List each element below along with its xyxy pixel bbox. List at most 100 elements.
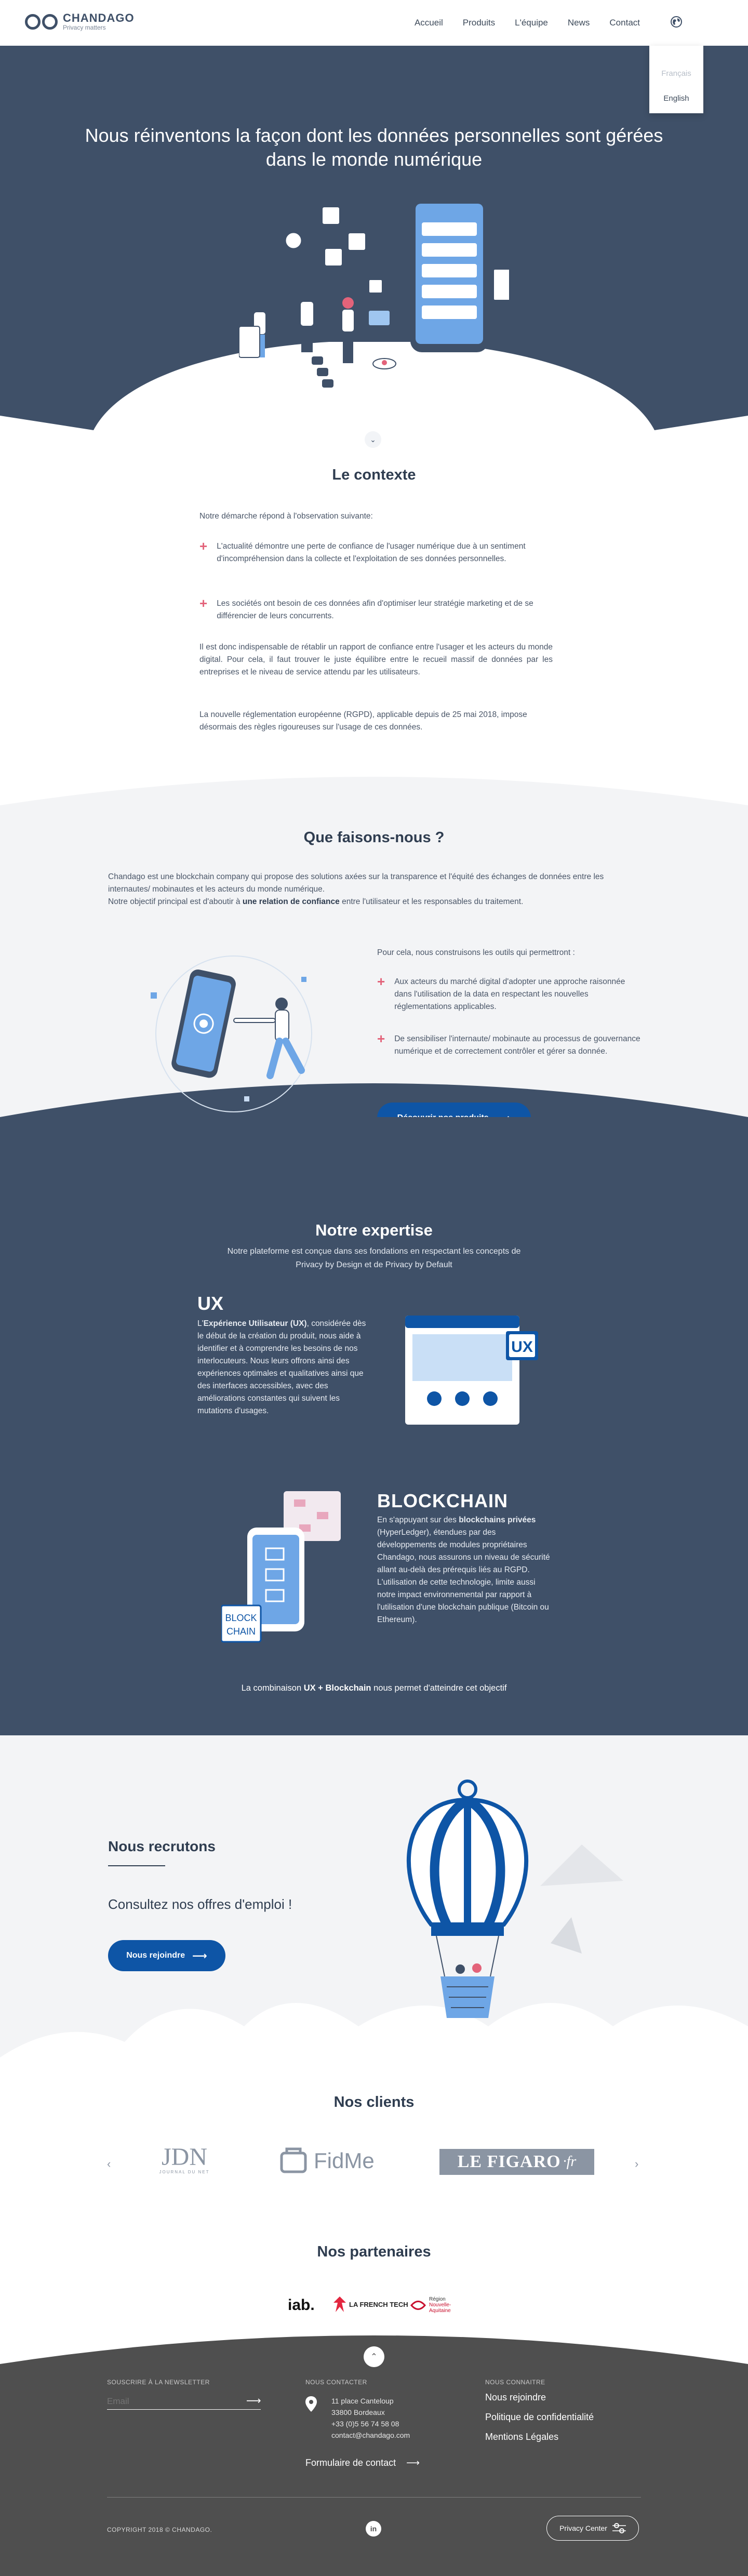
- plus-icon: +: [377, 974, 385, 989]
- recruiting-title: Nous recrutons: [108, 1838, 216, 1854]
- faisons-intro-text: entre l'utilisateur et les responsables …: [339, 897, 524, 906]
- recruiting-subtitle: Consultez nos offres d'emploi !: [108, 1896, 292, 1912]
- footer-link-join[interactable]: Nous rejoindre: [485, 2392, 546, 2403]
- chevron-down-icon: ⌄: [370, 435, 376, 444]
- newsletter-email-input[interactable]: [107, 2393, 261, 2410]
- chevron-up-icon: ⌃: [370, 2353, 378, 2361]
- client-logo-jdn: JDN JOURNAL DU NET: [153, 2143, 216, 2175]
- partner-logo-french-tech-text: LA FRENCH TECH: [349, 2300, 408, 2308]
- contexte-bullet-text: L'actualité démontre une perte de confia…: [217, 542, 526, 563]
- expertise-title: Notre expertise: [315, 1221, 433, 1239]
- know-us-label: NOUS CONNAITRE: [485, 2379, 545, 2386]
- ux-text: , considérée dès le début de la création…: [197, 1319, 366, 1415]
- hero-title: Nous réinventons la façon dont les donné…: [85, 125, 663, 170]
- contact-email[interactable]: contact@chandago.com: [331, 2429, 410, 2441]
- brand-name: CHANDAGO: [63, 11, 135, 24]
- arrow-right-icon: ⟶: [406, 2458, 420, 2468]
- language-option-fr[interactable]: Français: [649, 61, 703, 86]
- client-logo-jdn-text: JDN: [161, 2143, 207, 2171]
- faisons-bullet-text: Aux acteurs du marché digital d'adopter …: [394, 977, 625, 1011]
- expertise-subtitle: Notre plateforme est conçue dans ses fon…: [227, 1247, 521, 1269]
- privacy-center-button[interactable]: Privacy Center: [546, 2516, 639, 2541]
- french-tech-icon: [333, 2296, 346, 2312]
- expertise-conclusion-text: nous permet d'atteindre cet objectif: [371, 1683, 507, 1693]
- client-logo-figaro-text: LE FIGARO: [457, 2152, 561, 2171]
- faisons-intro: Chandago est une blockchain company qui …: [108, 871, 643, 908]
- contact-address: 11 place Canteloup 33800 Bordeaux +33 (0…: [331, 2395, 410, 2441]
- contexte-bullet-text: Les sociétés ont besoin de ces données a…: [217, 599, 533, 620]
- ux-text: L': [197, 1319, 204, 1328]
- brand-tagline: Privacy matters: [63, 24, 106, 31]
- partner-region-line: Aquitaine: [429, 2308, 451, 2314]
- hero-illustration: [239, 196, 509, 388]
- language-dropdown: Français English: [649, 46, 703, 113]
- blockchain-text: (HyperLedger), étendues par des développ…: [377, 1528, 550, 1624]
- contexte-paragraph: Il est donc indispensable de rétablir un…: [199, 643, 553, 676]
- newsletter-submit-icon[interactable]: ⟶: [246, 2394, 261, 2407]
- main-menu: Accueil Produits L'équipe News Contact: [415, 18, 640, 28]
- address-line: 11 place Canteloup: [331, 2397, 394, 2405]
- faisons-title: Que faisons-nous ?: [303, 829, 445, 846]
- contexte-paragraph: La nouvelle réglementation européenne (R…: [199, 710, 527, 732]
- contexte-intro: Notre démarche répond à l'observation su…: [199, 512, 373, 521]
- expertise-conclusion-text: La combinaison: [241, 1683, 304, 1693]
- client-logo-fidme-text: FidMe: [314, 2148, 375, 2173]
- blockchain-title: BLOCKCHAIN: [377, 1490, 508, 1511]
- globe-icon[interactable]: [670, 16, 683, 28]
- scroll-down-button[interactable]: ⌄: [365, 431, 381, 448]
- ux-illustration: UX: [405, 1316, 538, 1425]
- nav-item-news[interactable]: News: [568, 18, 590, 28]
- logo-icon: [25, 14, 58, 30]
- contact-phone[interactable]: +33 (0)5 56 74 58 08: [331, 2418, 410, 2429]
- recruiting-underline: [108, 1865, 165, 1866]
- balloon-illustration: [406, 1780, 529, 2018]
- top-navigation: CHANDAGO Privacy matters Accueil Produit…: [0, 0, 748, 46]
- plus-icon: +: [199, 595, 208, 611]
- ux-badge: UX: [511, 1338, 533, 1356]
- arrow-right-icon: ⟶: [192, 1950, 207, 1962]
- hero-section: Nous réinventons la façon dont les donné…: [0, 46, 748, 430]
- carousel-next-icon[interactable]: ›: [635, 2157, 638, 2171]
- plus-icon: +: [199, 538, 208, 554]
- nav-item-accueil[interactable]: Accueil: [415, 18, 443, 28]
- clouds-background: [0, 1844, 748, 2328]
- ux-title: UX: [197, 1293, 224, 1314]
- newsletter-label: SOUSCRIRE À LA NEWSLETTER: [107, 2379, 210, 2386]
- nav-item-equipe[interactable]: L'équipe: [515, 18, 548, 28]
- privacy-toggle-icon: [612, 2523, 626, 2533]
- language-option-en[interactable]: English: [649, 86, 703, 111]
- carousel-prev-icon[interactable]: ‹: [107, 2157, 111, 2171]
- expertise-conclusion: La combinaison UX + Blockchain nous perm…: [166, 1683, 582, 1693]
- partner-logo-iab: iab.: [288, 2296, 315, 2314]
- partner-region-line: Région: [429, 2296, 446, 2302]
- blockchain-description: En s'appuyant sur des blockchains privée…: [377, 1514, 554, 1626]
- back-to-top-button[interactable]: ⌃: [364, 2346, 384, 2367]
- join-us-button[interactable]: Nous rejoindre ⟶: [108, 1940, 225, 1971]
- nav-item-produits[interactable]: Produits: [463, 18, 495, 28]
- contexte-bullet: + Les sociétés ont besoin de ces données…: [199, 595, 553, 622]
- address-line: 33800 Bordeaux: [331, 2408, 385, 2416]
- page: CHANDAGO Privacy matters Accueil Produit…: [0, 0, 748, 2576]
- linkedin-icon[interactable]: in: [366, 2521, 381, 2537]
- location-pin-icon: [305, 2396, 317, 2412]
- footer-link-legal[interactable]: Mentions Légales: [485, 2432, 558, 2442]
- fidme-icon: [280, 2147, 307, 2173]
- region-icon: [410, 2300, 426, 2310]
- faisons-tools-intro: Pour cela, nous construisons les outils …: [377, 948, 575, 957]
- copyright: COPYRIGHT 2018 © CHANDAGO.: [107, 2526, 212, 2533]
- client-logo-fidme: FidMe: [278, 2146, 375, 2176]
- contexte-title: Le contexte: [332, 467, 416, 483]
- footer-link-privacy-policy[interactable]: Politique de confidentialité: [485, 2412, 594, 2423]
- blockchain-illustration: BLOCK CHAIN: [221, 1491, 341, 1643]
- faisons-intro-text: Notre objectif principal est d'aboutir à: [108, 897, 243, 906]
- brand-logo[interactable]: CHANDAGO Privacy matters: [25, 12, 135, 31]
- nav-item-contact[interactable]: Contact: [609, 18, 640, 28]
- contact-form-link[interactable]: Formulaire de contact ⟶: [305, 2458, 420, 2468]
- expertise-section: [0, 1117, 748, 1735]
- client-logo-figaro-suffix: ·fr: [563, 2154, 577, 2170]
- ux-description: L'Expérience Utilisateur (UX), considéré…: [197, 1318, 374, 1417]
- faisons-intro-highlight: une relation de confiance: [242, 897, 340, 906]
- faisons-bullet: + De sensibiliser l'internaute/ mobinaut…: [377, 1032, 642, 1058]
- blockchain-badge-line2: CHAIN: [226, 1626, 256, 1637]
- contexte-bullet: + L'actualité démontre une perte de conf…: [199, 538, 553, 565]
